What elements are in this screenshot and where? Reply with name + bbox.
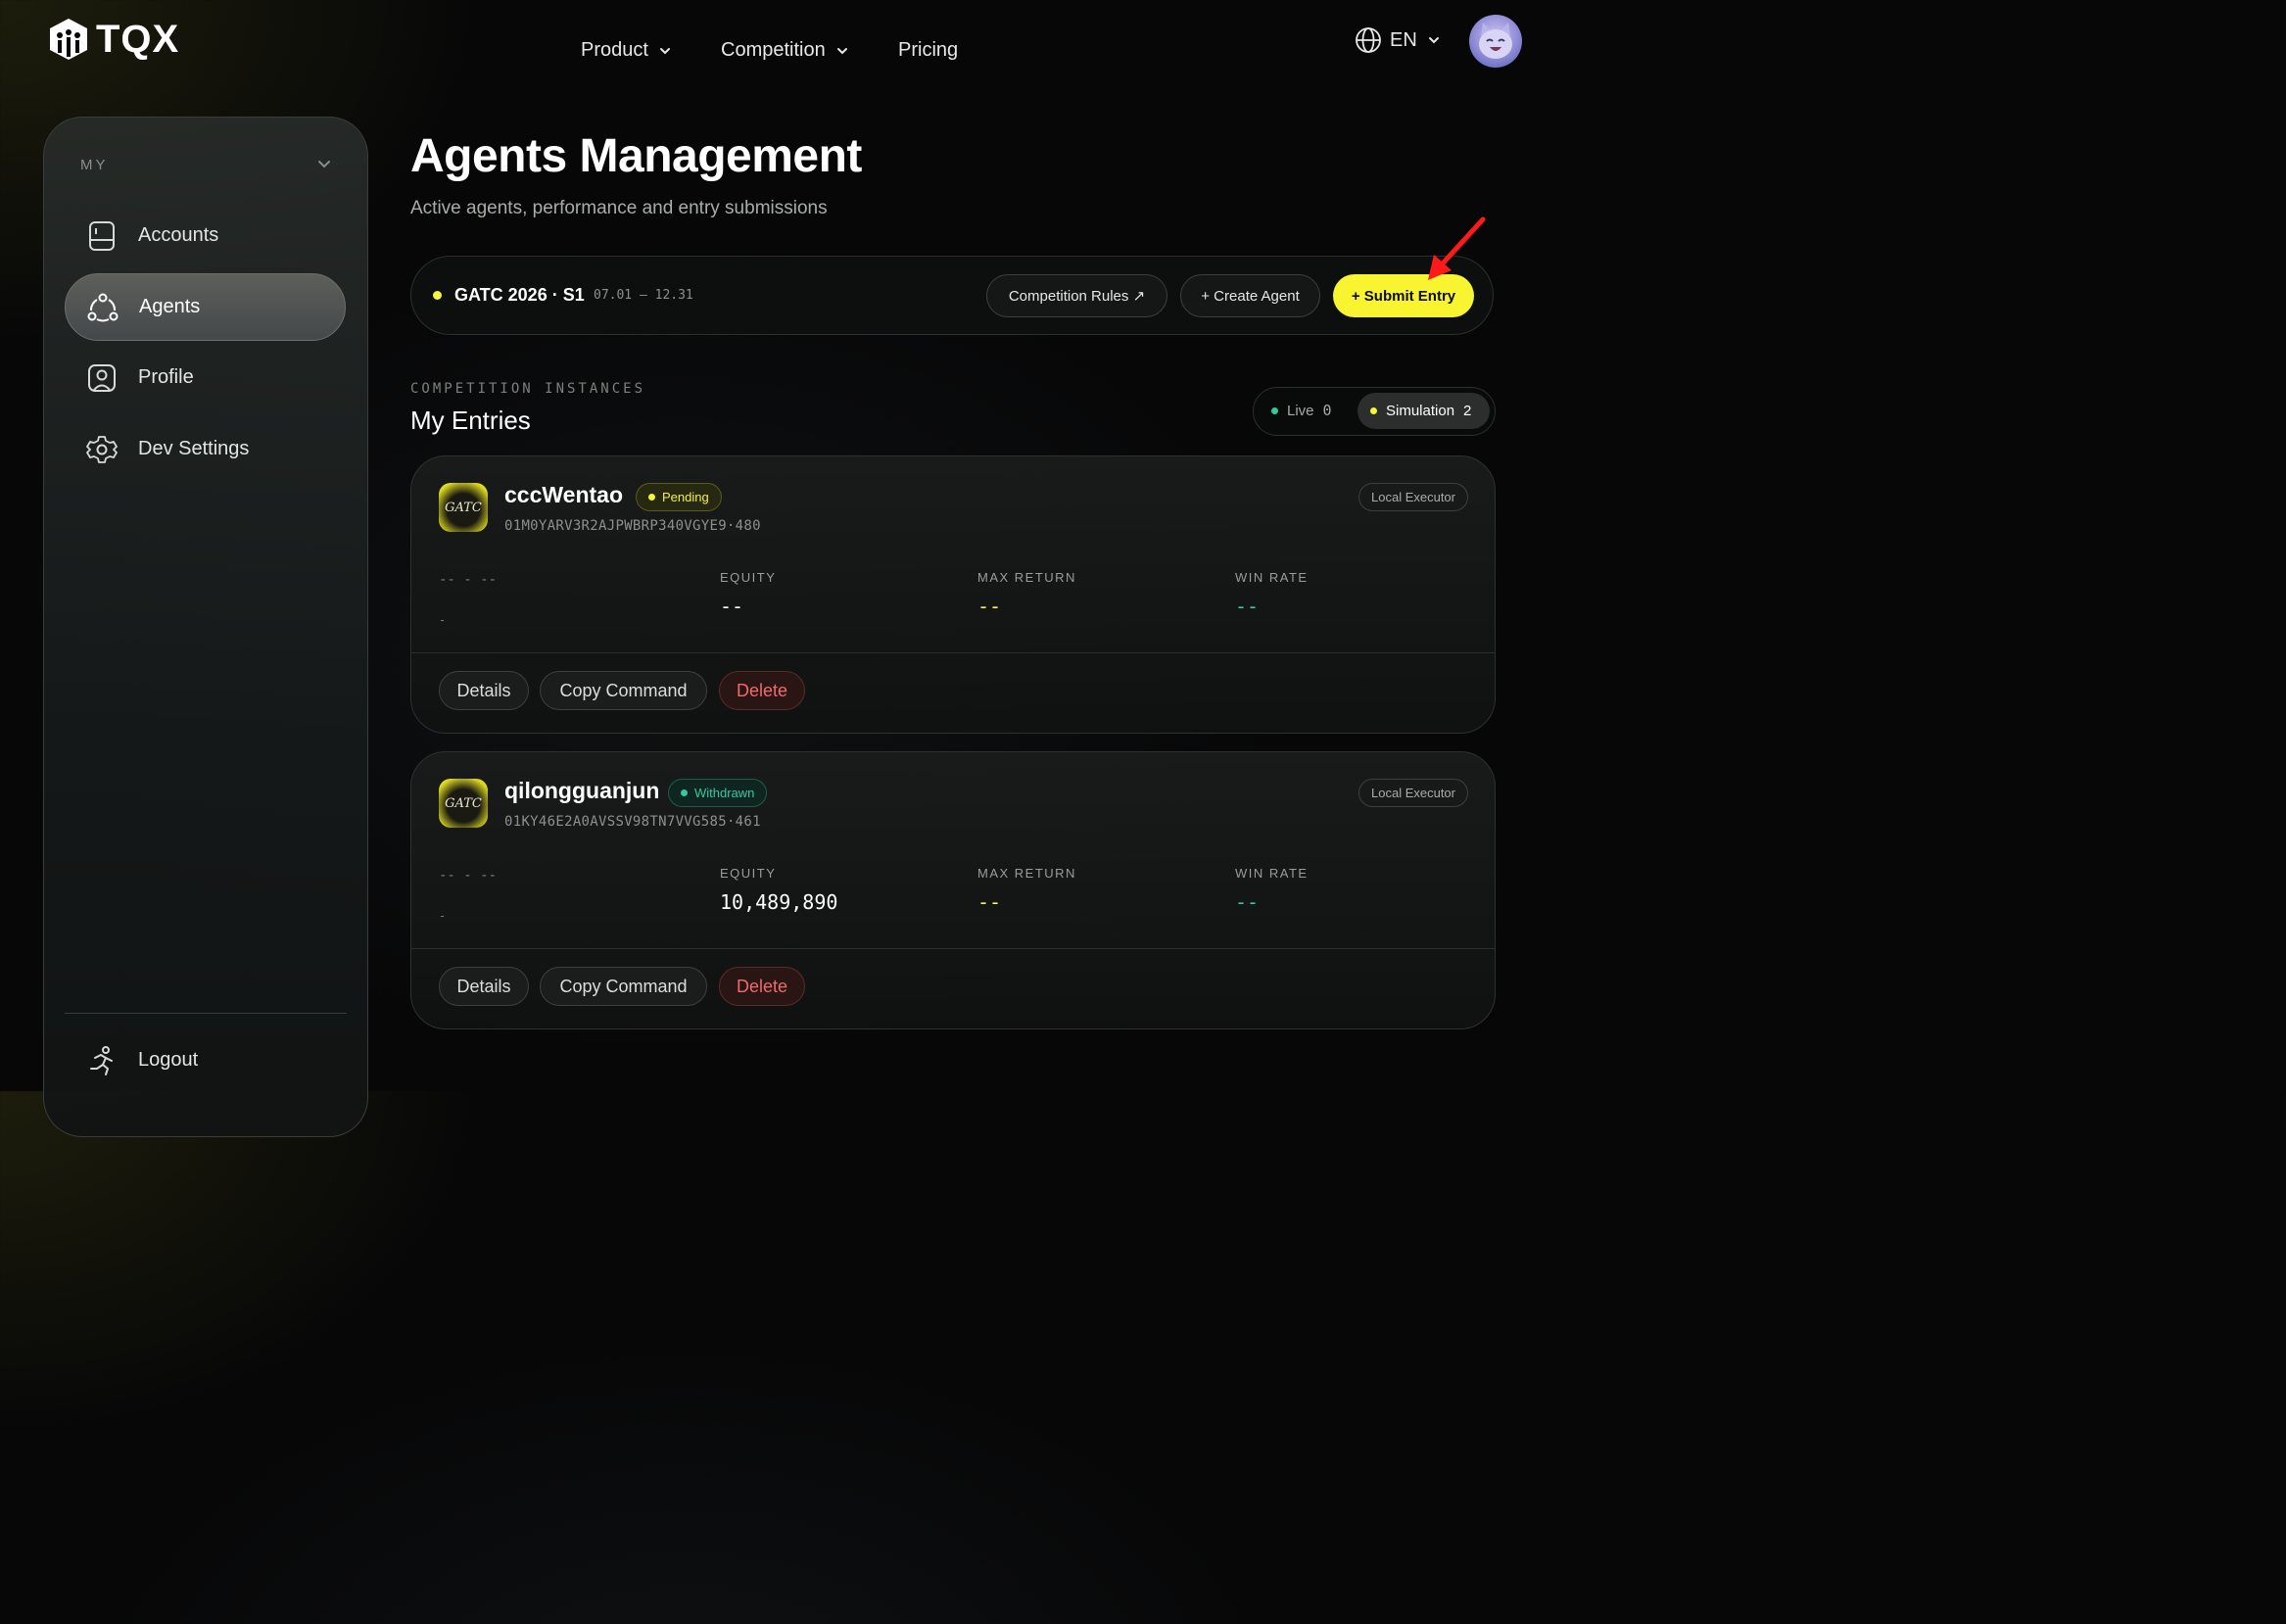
agent-name: qilongguanjun bbox=[504, 778, 660, 803]
executor-badge: Local Executor bbox=[1358, 779, 1468, 807]
logout-button[interactable]: Logout bbox=[65, 1027, 346, 1094]
status-dot bbox=[681, 789, 688, 796]
sidebar-item-agents[interactable]: Agents bbox=[65, 273, 346, 341]
user-avatar[interactable] bbox=[1469, 15, 1522, 68]
language-selector[interactable]: EN bbox=[1355, 26, 1441, 54]
simulation-dot bbox=[1370, 407, 1377, 414]
sidebar-item-profile[interactable]: Profile bbox=[65, 344, 346, 411]
live-dot bbox=[1271, 406, 1278, 414]
copy-command-button[interactable]: Copy Command bbox=[540, 967, 707, 1006]
chevron-down-icon bbox=[318, 161, 330, 168]
status-label: Pending bbox=[662, 490, 709, 504]
language-label: EN bbox=[1390, 28, 1417, 51]
equity-value: 10,489,890 bbox=[720, 890, 838, 914]
section-title: My Entries bbox=[410, 406, 531, 435]
gear-icon bbox=[86, 434, 118, 465]
equity-label: EQUITY bbox=[720, 866, 777, 881]
page-subtitle: Active agents, performance and entry sub… bbox=[410, 198, 828, 218]
entry-card: GATC cccWentao Pending 01M0YARV3R2AJPWBR… bbox=[410, 455, 1496, 734]
brand-name: TQX bbox=[96, 17, 180, 61]
logout-label: Logout bbox=[138, 1049, 199, 1071]
sidebar-item-label: Profile bbox=[138, 366, 194, 388]
details-button[interactable]: Details bbox=[439, 967, 529, 1006]
win-rate-value: -- bbox=[1235, 890, 1260, 914]
agent-id: 01KY46E2A0AVSSV98TN7VVG585·461 bbox=[504, 814, 761, 830]
status-badge: Withdrawn bbox=[668, 779, 768, 807]
competition-name: GATC 2026 · S1 bbox=[454, 285, 585, 305]
brand-logo[interactable]: TQX bbox=[47, 17, 179, 62]
nav-product[interactable]: Product bbox=[581, 39, 672, 62]
card-divider bbox=[411, 948, 1495, 949]
details-button[interactable]: Details bbox=[439, 671, 529, 710]
sidebar-item-label: Dev Settings bbox=[138, 438, 250, 459]
sidebar-item-dev-settings[interactable]: Dev Settings bbox=[65, 415, 346, 483]
toggle-live-label: Live bbox=[1287, 402, 1314, 419]
sidebar bbox=[43, 117, 368, 1137]
metric-placeholder: -- - -- bbox=[439, 868, 498, 884]
metric-placeholder: - bbox=[439, 613, 447, 627]
sidebar-collapse-toggle[interactable] bbox=[315, 155, 333, 177]
status-label: Withdrawn bbox=[694, 786, 755, 800]
accounts-icon bbox=[86, 220, 118, 252]
section-label: COMPETITION INSTANCES bbox=[410, 381, 646, 397]
status-badge: Pending bbox=[636, 483, 722, 511]
profile-icon bbox=[86, 362, 118, 394]
nav-pricing[interactable]: Pricing bbox=[898, 39, 958, 62]
nav-product-label: Product bbox=[581, 39, 648, 61]
cat-avatar-icon bbox=[1479, 23, 1512, 59]
max-return-label: MAX RETURN bbox=[977, 866, 1076, 881]
sidebar-section-label: MY bbox=[80, 157, 109, 173]
copy-command-button[interactable]: Copy Command bbox=[540, 671, 707, 710]
metric-placeholder: - bbox=[439, 909, 447, 923]
sidebar-item-label: Accounts bbox=[138, 224, 219, 246]
gatc-logo-icon: GATC bbox=[439, 483, 488, 532]
sidebar-item-label: Agents bbox=[139, 296, 201, 317]
max-return-value: -- bbox=[977, 595, 1002, 618]
toggle-simulation[interactable]: Simulation 2 bbox=[1357, 393, 1490, 429]
gatc-logo-icon: GATC bbox=[439, 779, 488, 828]
win-rate-label: WIN RATE bbox=[1235, 570, 1309, 585]
running-person-icon bbox=[86, 1045, 118, 1076]
toggle-live[interactable]: Live 0 bbox=[1271, 402, 1332, 419]
chevron-down-icon bbox=[1428, 37, 1439, 44]
competition-status-dot bbox=[433, 291, 442, 300]
status-dot bbox=[648, 494, 655, 501]
entry-card: GATC qilongguanjun Withdrawn 01KY46E2A0A… bbox=[410, 751, 1496, 1029]
agent-id: 01M0YARV3R2AJPWBRP340VGYE9·480 bbox=[504, 518, 761, 534]
executor-badge: Local Executor bbox=[1358, 483, 1468, 511]
sidebar-item-accounts[interactable]: Accounts bbox=[65, 202, 346, 269]
sidebar-divider bbox=[65, 1013, 347, 1014]
agent-name: cccWentao bbox=[504, 482, 624, 507]
competition-rules-button[interactable]: Competition Rules ↗ bbox=[986, 274, 1167, 317]
page-title: Agents Management bbox=[410, 130, 862, 182]
nav-competition[interactable]: Competition bbox=[721, 39, 849, 62]
toggle-live-count: 0 bbox=[1322, 402, 1332, 419]
chevron-down-icon bbox=[836, 47, 847, 54]
delete-button[interactable]: Delete bbox=[719, 967, 805, 1006]
win-rate-value: -- bbox=[1235, 595, 1260, 618]
toggle-simulation-label: Simulation bbox=[1386, 403, 1455, 419]
win-rate-label: WIN RATE bbox=[1235, 866, 1309, 881]
equity-label: EQUITY bbox=[720, 570, 777, 585]
chevron-down-icon bbox=[659, 47, 670, 54]
annotation-arrow bbox=[1428, 216, 1486, 280]
nav-competition-label: Competition bbox=[721, 39, 826, 61]
globe-icon bbox=[1356, 27, 1381, 53]
max-return-value: -- bbox=[977, 890, 1002, 914]
agents-icon bbox=[87, 292, 119, 323]
tqx-logo-icon bbox=[50, 19, 87, 60]
metric-placeholder: -- - -- bbox=[439, 572, 498, 588]
card-divider bbox=[411, 652, 1495, 653]
nav-pricing-label: Pricing bbox=[898, 39, 959, 61]
max-return-label: MAX RETURN bbox=[977, 570, 1076, 585]
equity-value: -- bbox=[720, 595, 744, 618]
delete-button[interactable]: Delete bbox=[719, 671, 805, 710]
create-agent-button[interactable]: + Create Agent bbox=[1180, 274, 1320, 317]
competition-dates: 07.01 — 12.31 bbox=[594, 288, 693, 303]
toggle-simulation-count: 2 bbox=[1463, 403, 1472, 419]
